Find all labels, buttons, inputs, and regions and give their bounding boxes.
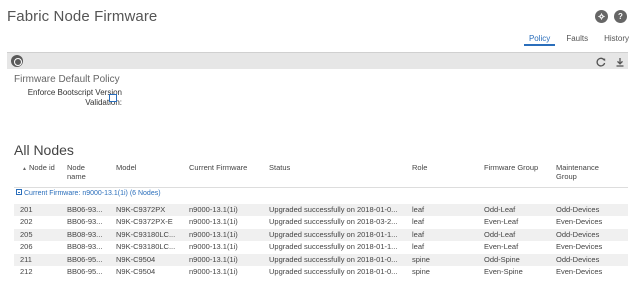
- table-row[interactable]: 206 BB08-93... N9K-C93180LC... n9000-13.…: [14, 241, 628, 253]
- cell-node-id: 201: [20, 205, 33, 214]
- collapse-icon[interactable]: [16, 189, 22, 195]
- cell-maintenance-group: Even-Devices: [556, 217, 603, 227]
- table-row[interactable]: 205 BB08-93... N9K-C93180LC... n9000-13.…: [14, 228, 628, 242]
- col-model[interactable]: Model: [116, 163, 136, 172]
- cell-model: N9K-C9372PX: [116, 205, 166, 214]
- table-row[interactable]: 211 BB06-95... N9K-C9504 n9000-13.1(1i) …: [14, 253, 628, 266]
- gear-icon[interactable]: [595, 10, 608, 23]
- cell-firmware-group: Odd-Leaf: [484, 229, 516, 239]
- cell-current-firmware: n9000-13.1(1i): [189, 254, 238, 264]
- table-body: 201 BB06-93... N9K-C9372PX n9000-13.1(1i…: [14, 204, 628, 278]
- col-firmware-group[interactable]: Firmware Group: [484, 163, 538, 172]
- cell-role: leaf: [412, 242, 425, 252]
- cell-role: leaf: [412, 205, 425, 214]
- col-node-name[interactable]: Node name: [67, 163, 103, 181]
- table-row[interactable]: 212 BB06-95... N9K-C9504 n9000-13.1(1i) …: [14, 266, 628, 278]
- cell-current-firmware: n9000-13.1(1i): [189, 205, 238, 214]
- cell-role: leaf: [412, 229, 425, 239]
- cell-maintenance-group: Odd-Devices: [556, 205, 600, 214]
- tab-faults[interactable]: Faults: [560, 34, 594, 46]
- cell-status: Upgraded successfully on 2018-01-1...: [269, 242, 398, 252]
- group-label: Current Firmware: n9000-13.1(1i) (6 Node…: [24, 190, 161, 197]
- cell-model: N9K-C93180LC...: [116, 229, 176, 239]
- cell-role: leaf: [412, 217, 425, 227]
- cell-node-name: BB08-93...: [67, 229, 103, 239]
- cell-node-id: 211: [20, 254, 32, 264]
- refresh-icon[interactable]: [595, 55, 607, 67]
- cell-current-firmware: n9000-13.1(1i): [189, 242, 238, 252]
- cell-role: spine: [412, 254, 430, 264]
- page-title: Fabric Node Firmware: [7, 8, 158, 25]
- enforce-bootscript-checkbox[interactable]: [109, 94, 117, 102]
- cell-model: N9K-C9372PX-E: [116, 217, 173, 227]
- col-current-firmware[interactable]: Current Firmware: [189, 163, 247, 172]
- table-row[interactable]: 201 BB06-93... N9K-C9372PX n9000-13.1(1i…: [14, 204, 628, 217]
- col-node-id[interactable]: ▲ Node id: [22, 163, 58, 174]
- table-row[interactable]: 202 BB06-93... N9K-C9372PX-E n9000-13.1(…: [14, 216, 628, 228]
- cell-maintenance-group: Odd-Devices: [556, 254, 600, 264]
- col-maintenance-group[interactable]: Maintenance Group: [556, 163, 616, 181]
- section-title: Firmware Default Policy: [14, 74, 120, 85]
- table-header: ▲ Node id Node name Model Current Firmwar…: [14, 160, 628, 182]
- cell-status: Upgraded successfully on 2018-01-0...: [269, 205, 398, 214]
- tab-history[interactable]: History: [598, 34, 635, 46]
- cell-node-id: 202: [20, 217, 33, 227]
- cell-current-firmware: n9000-13.1(1i): [189, 217, 238, 227]
- cell-status: Upgraded successfully on 2018-01-0...: [269, 254, 398, 264]
- cell-status: Upgraded successfully on 2018-01-0...: [269, 266, 398, 276]
- cell-status: Upgraded successfully on 2018-03-2...: [269, 217, 398, 227]
- policy-icon[interactable]: [11, 55, 23, 67]
- cell-node-id: 212: [20, 266, 33, 276]
- cell-node-id: 205: [20, 229, 33, 239]
- cell-model: N9K-C9504: [116, 266, 156, 276]
- cell-status: Upgraded successfully on 2018-01-1...: [269, 229, 398, 239]
- cell-node-name: BB08-93...: [67, 242, 103, 252]
- cell-firmware-group: Odd-Leaf: [484, 205, 516, 214]
- cell-firmware-group: Even-Spine: [484, 266, 523, 276]
- cell-role: spine: [412, 266, 430, 276]
- col-status[interactable]: Status: [269, 163, 290, 172]
- nodes-title: All Nodes: [14, 142, 74, 158]
- nodes-table: ▲ Node id Node name Model Current Firmwar…: [14, 160, 628, 276]
- cell-node-name: BB06-93...: [67, 205, 103, 214]
- enforce-bootscript-label: Enforce Bootscript Version Validation:: [27, 88, 122, 107]
- cell-node-id: 206: [20, 242, 33, 252]
- toolbar: [7, 52, 628, 69]
- cell-node-name: BB06-93...: [67, 217, 103, 227]
- help-icon[interactable]: ?: [614, 10, 627, 23]
- cell-model: N9K-C9504: [116, 254, 156, 264]
- col-role[interactable]: Role: [412, 163, 427, 172]
- tab-policy[interactable]: Policy: [523, 34, 556, 46]
- cell-firmware-group: Even-Leaf: [484, 242, 519, 252]
- cell-node-name: BB06-95...: [67, 254, 103, 264]
- cell-maintenance-group: Even-Devices: [556, 266, 603, 276]
- cell-firmware-group: Even-Leaf: [484, 217, 519, 227]
- cell-node-name: BB06-95...: [67, 266, 103, 276]
- cell-current-firmware: n9000-13.1(1i): [189, 229, 238, 239]
- cell-model: N9K-C93180LC...: [116, 242, 176, 252]
- cell-firmware-group: Odd-Spine: [484, 254, 520, 264]
- download-icon[interactable]: [614, 55, 626, 67]
- sort-asc-icon: ▲: [22, 166, 27, 172]
- group-row[interactable]: Current Firmware: n9000-13.1(1i) (6 Node…: [14, 187, 628, 198]
- tab-bar: Policy Faults History: [523, 34, 635, 49]
- cell-current-firmware: n9000-13.1(1i): [189, 266, 238, 276]
- cell-maintenance-group: Even-Devices: [556, 242, 603, 252]
- cell-maintenance-group: Odd-Devices: [556, 229, 600, 239]
